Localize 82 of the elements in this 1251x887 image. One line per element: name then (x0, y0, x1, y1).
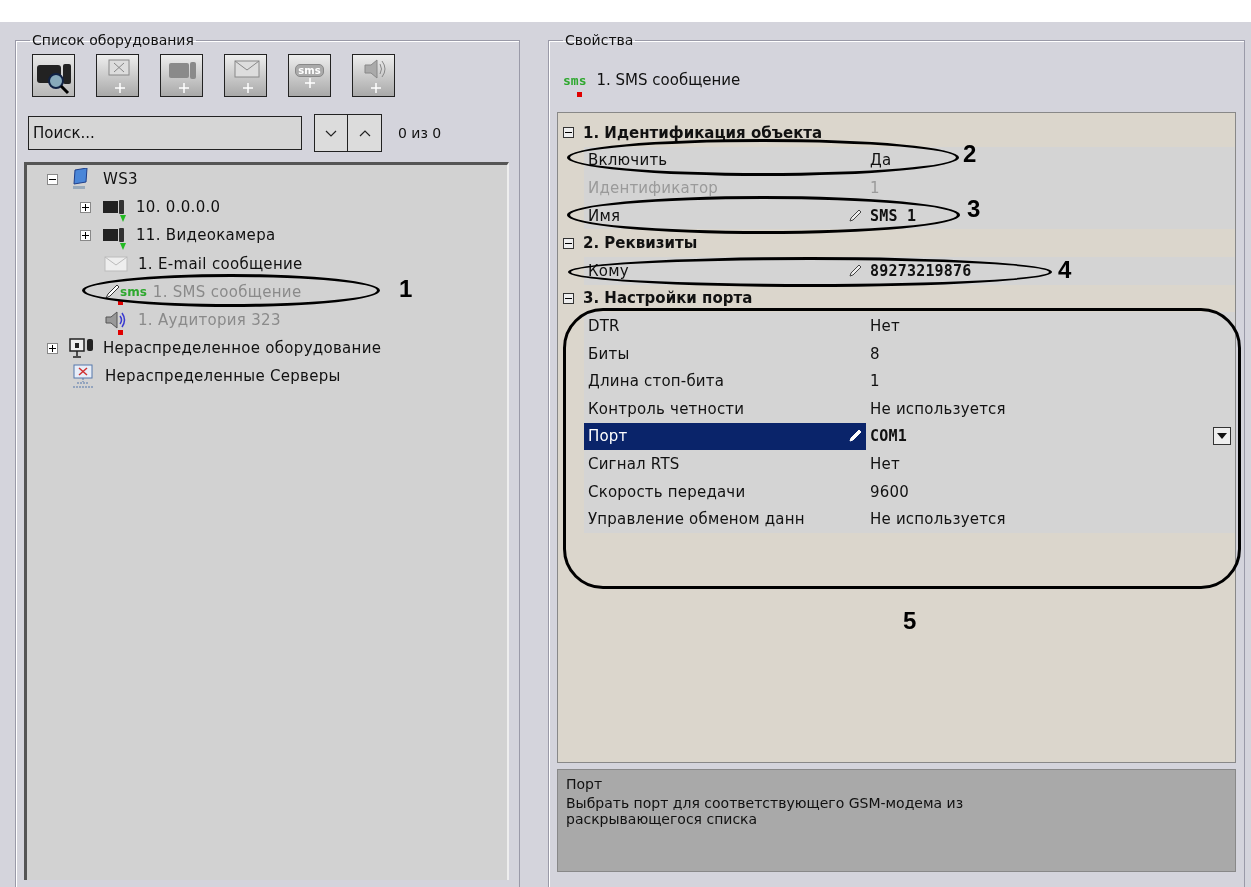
property-label: Порт (588, 427, 628, 446)
tree-item-label[interactable]: Нераспределенное оборудование (103, 339, 382, 358)
result-count: 0 из 0 (398, 125, 442, 141)
section-title: 2. Реквизиты (583, 234, 698, 253)
description-text: Выбрать порт для соответствующего GSM-модема из раскрывающегося списка (566, 795, 965, 827)
collapse-toggle[interactable] (47, 173, 58, 185)
property-value[interactable]: Нет (870, 454, 900, 473)
envelope-icon (104, 255, 128, 272)
callout-number: 1 (399, 275, 413, 303)
property-value[interactable]: 89273219876 (870, 261, 972, 280)
callout-number: 2 (963, 140, 977, 168)
next-button[interactable] (314, 114, 348, 152)
expand-toggle[interactable] (80, 229, 91, 241)
property-label: Идентификатор (588, 179, 718, 197)
property-name[interactable]: Управление обменом данн (584, 505, 866, 533)
description-title: Порт (566, 776, 604, 792)
camera-icon (102, 226, 126, 245)
property-value[interactable]: 9600 (870, 482, 909, 501)
tree-item-label[interactable]: WS3 (103, 170, 138, 189)
property-label: Биты (588, 344, 630, 363)
section-title: 3. Настройки порта (583, 289, 753, 308)
tree-item-label[interactable]: 1. E-mail сообщение (138, 254, 303, 273)
collapse-toggle[interactable] (563, 292, 574, 304)
caret-icon (1217, 433, 1227, 440)
expand-toggle[interactable] (80, 201, 91, 213)
callout-number: 4 (1058, 256, 1072, 284)
sms-bubble-icon: sms (295, 64, 324, 77)
property-value[interactable]: Нет (870, 316, 900, 335)
plus-icon (81, 230, 90, 240)
property-label: Включить (588, 151, 668, 170)
property-label: Скорость передачи (588, 482, 746, 501)
expand-toggle[interactable] (47, 342, 58, 354)
sms-icon: sms (120, 284, 147, 299)
speaker-icon (104, 310, 128, 331)
property-label: Управление обменом данн (588, 510, 805, 529)
monitor-cross-icon (71, 364, 95, 389)
object-title: 1. SMS сообщение (596, 71, 741, 89)
property-value[interactable]: 8 (870, 344, 880, 363)
pencil-icon (848, 263, 862, 278)
property-name[interactable]: Имя (584, 201, 866, 230)
property-name[interactable]: Биты (584, 339, 866, 368)
plus-icon (303, 77, 316, 89)
property-name[interactable]: Длина стоп-бита (584, 367, 866, 395)
collapse-toggle[interactable] (563, 237, 574, 249)
property-label: Кому (588, 261, 629, 280)
callout-number: 5 (903, 607, 917, 635)
property-name[interactable]: Скорость передачи (584, 477, 866, 506)
property-value[interactable]: 1 (870, 372, 880, 391)
search-field[interactable]: Поиск... (28, 116, 302, 150)
group-title: Список оборудования (31, 32, 195, 48)
dropdown-button[interactable] (1213, 427, 1231, 446)
property-value[interactable]: Да (870, 151, 892, 170)
group-title: Свойства (564, 32, 635, 48)
section-title: 1. Идентификация объекта (583, 123, 823, 142)
property-name[interactable]: Сигнал RTS (584, 450, 866, 478)
property-label: Имя (588, 206, 621, 225)
property-label: Сигнал RTS (588, 454, 680, 473)
property-name[interactable]: Порт (584, 422, 866, 451)
plus-icon (48, 343, 57, 353)
add-device-button[interactable] (32, 54, 75, 97)
callout-number: 3 (967, 195, 981, 223)
tree-item-label[interactable]: 10. 0.0.0.0 (136, 198, 221, 217)
tree-item-label[interactable]: Нераспределенные Серверы (105, 367, 341, 386)
property-label: Контроль четности (588, 399, 745, 418)
collapse-toggle[interactable] (563, 127, 574, 139)
property-name[interactable]: Контроль четности (584, 394, 866, 423)
property-name[interactable]: DTR (584, 312, 866, 340)
property-label: DTR (588, 316, 620, 335)
pencil-icon (104, 283, 120, 300)
property-name[interactable]: Включить (584, 146, 866, 175)
previous-button[interactable] (348, 114, 382, 152)
property-value[interactable]: SMS 1 (870, 206, 917, 225)
pencil-icon (848, 429, 862, 444)
camera-icon (102, 198, 126, 217)
property-name[interactable]: Кому (584, 256, 866, 285)
pencil-icon (848, 208, 862, 223)
property-label: Длина стоп-бита (588, 372, 725, 391)
sms-icon: sms (563, 72, 587, 88)
property-value[interactable]: COM1 (870, 427, 907, 446)
plus-icon (81, 202, 90, 212)
tree-item-label[interactable]: 11. Видеокамера (136, 226, 276, 245)
monitor-camera-icon (69, 337, 95, 360)
